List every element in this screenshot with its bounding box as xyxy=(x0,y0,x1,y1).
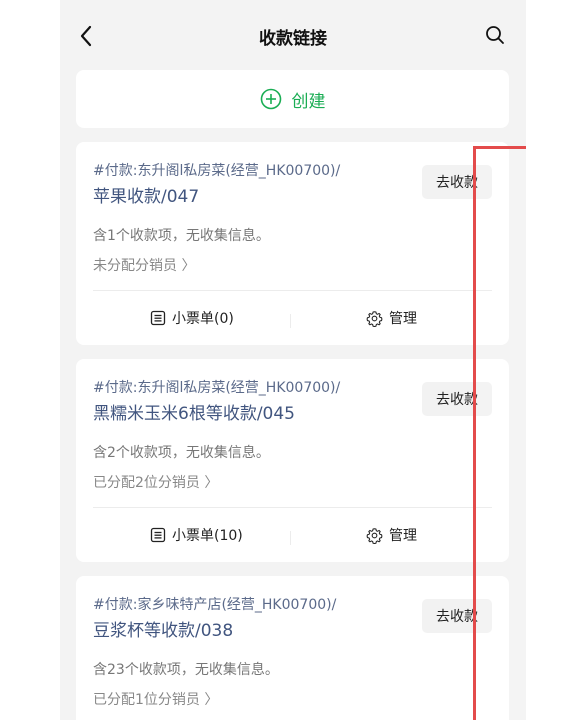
receipt-icon xyxy=(150,310,166,326)
receipts-button[interactable]: 小票单(0) xyxy=(150,308,234,328)
divider xyxy=(93,507,492,508)
link-title: 苹果收款/047 xyxy=(93,187,200,207)
divider xyxy=(290,314,291,328)
search-icon[interactable] xyxy=(485,25,505,45)
payer-label: #付款:东升阁l私房菜(经营_HK00700)/ xyxy=(93,380,341,396)
payment-link-card[interactable]: #付款:东升阁l私房菜(经营_HK00700)/ 苹果收款/047 含1个收款项… xyxy=(76,142,509,345)
receipts-label: 小票单(0) xyxy=(172,311,234,327)
phone-screen: 收款链接 创建 #付款:东升阁l私房菜(经营_HK00700)/ 苹果收款/04… xyxy=(60,0,526,720)
manage-label: 管理 xyxy=(389,528,417,544)
divider xyxy=(290,531,291,545)
page-title: 收款链接 xyxy=(259,29,327,49)
receipts-label: 小票单(10) xyxy=(172,528,243,544)
manage-label: 管理 xyxy=(389,311,417,327)
create-button[interactable]: 创建 xyxy=(76,70,509,128)
gear-icon xyxy=(366,310,383,327)
link-title: 豆浆杯等收款/038 xyxy=(93,621,234,641)
distributor-assign-link[interactable]: 已分配1位分销员 〉 xyxy=(93,689,218,709)
distributor-assign-link[interactable]: 已分配2位分销员 〉 xyxy=(93,472,218,492)
create-label: 创建 xyxy=(291,91,326,112)
items-info: 含2个收款项，无收集信息。 xyxy=(93,445,270,461)
link-title: 黑糯米玉米6根等收款/045 xyxy=(93,404,295,424)
gear-icon xyxy=(366,527,383,544)
distributor-assign-link[interactable]: 未分配分销员 〉 xyxy=(93,255,195,275)
plus-circle-icon xyxy=(260,88,281,110)
payer-label: #付款:东升阁l私房菜(经营_HK00700)/ xyxy=(93,163,341,179)
items-info: 含1个收款项，无收集信息。 xyxy=(93,228,270,244)
manage-button[interactable]: 管理 xyxy=(366,308,417,328)
divider xyxy=(93,290,492,291)
receipt-icon xyxy=(150,527,166,543)
payment-link-card[interactable]: #付款:家乡味特产店(经营_HK00700)/ 豆浆杯等收款/038 含23个收… xyxy=(76,576,509,720)
nav-header: 收款链接 xyxy=(60,0,526,70)
payer-label: #付款:家乡味特产店(经营_HK00700)/ xyxy=(93,597,337,613)
manage-button[interactable]: 管理 xyxy=(366,525,417,545)
receipts-button[interactable]: 小票单(10) xyxy=(150,525,243,545)
highlight-box xyxy=(473,146,526,720)
payment-link-card[interactable]: #付款:东升阁l私房菜(经营_HK00700)/ 黑糯米玉米6根等收款/045 … xyxy=(76,359,509,562)
items-info: 含23个收款项，无收集信息。 xyxy=(93,662,279,678)
